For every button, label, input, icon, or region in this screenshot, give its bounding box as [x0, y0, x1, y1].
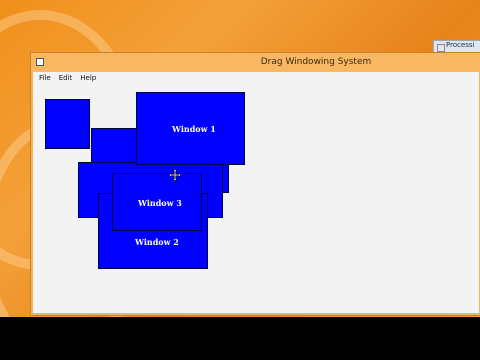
menu-help[interactable]: Help — [80, 74, 96, 82]
letterbox-bottom — [0, 317, 480, 360]
move-cursor-icon — [169, 169, 181, 181]
background-window-title: Processi — [446, 41, 475, 49]
window-2-label: Window 2 — [135, 237, 179, 247]
draggable-window-3[interactable]: Window 3 — [112, 173, 202, 231]
draggable-window-small[interactable] — [45, 99, 90, 149]
window-1-label: Window 1 — [172, 124, 216, 134]
title-bar[interactable]: Drag Windowing System — [31, 53, 480, 72]
menu-edit[interactable]: Edit — [59, 74, 73, 82]
desktop-background: Processi Drag Windowing System File Edit… — [0, 0, 480, 317]
window-title: Drag Windowing System — [260, 57, 372, 67]
background-window-icon — [437, 44, 445, 52]
draggable-window-1[interactable]: Window 1 — [136, 92, 245, 165]
window-3-label: Window 3 — [138, 198, 182, 208]
menu-file[interactable]: File — [39, 74, 51, 82]
